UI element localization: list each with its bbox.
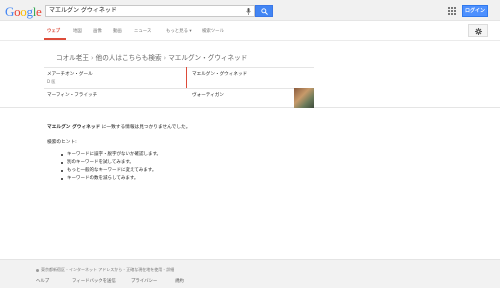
tip-item: もっと一般的なキーワードに変えてみます。	[59, 167, 161, 175]
tab-search-tools[interactable]: 検索ツール	[202, 28, 224, 34]
logo-letter: e	[36, 4, 42, 19]
entity-card-title-selected[interactable]: マエルグン・グウィネッド	[192, 71, 247, 77]
tips-heading: 検索のヒント:	[47, 140, 77, 145]
entity-card-title[interactable]: メアーチオン・グール	[47, 71, 93, 77]
tip-item: キーワードの数を減らしてみます。	[59, 175, 161, 183]
search-button[interactable]	[255, 5, 273, 17]
logo-letter: G	[5, 4, 15, 19]
footer-link-feedback[interactable]: フィードバックを送信	[72, 278, 116, 284]
entity-card-title[interactable]: マーフィン・フライッチ	[47, 92, 97, 98]
breadcrumb-item-related[interactable]: 他の人はこちらも検索	[96, 54, 162, 62]
location-line: 東京都新宿区 - インターネット アドレスから - 正確な現在地を使用 - 詳細	[36, 267, 174, 273]
search-input[interactable]	[49, 6, 239, 16]
breadcrumb: コオル老王 › 他の人はこちらも検索 › マエルグン・グウィネッド	[56, 52, 247, 62]
no-results-text: に一致する情報は見つかりませんでした。	[100, 125, 191, 130]
no-results-query: マエルグン グウィネッド	[47, 125, 101, 130]
tips-list: キーワードに誤字・脱字がないか確認します。 別のキーワードを試してみます。 もっ…	[59, 151, 161, 183]
footer: 東京都新宿区 - インターネット アドレスから - 正確な現在地を使用 - 詳細…	[0, 259, 500, 288]
gear-icon	[475, 27, 482, 35]
breadcrumb-item-root[interactable]: コオル老王	[56, 54, 89, 62]
cards-top-divider	[44, 67, 314, 68]
tab-videos[interactable]: 動画	[113, 28, 122, 34]
microphone-icon[interactable]	[246, 8, 251, 15]
search-nav: ウェブ 地図 画像 動画 ニュース もっと見る ▾ 検索ツール	[0, 21, 500, 41]
search-icon	[261, 8, 268, 15]
location-dot-icon	[36, 268, 39, 272]
entity-card-title[interactable]: ヴォーティガン	[192, 92, 224, 98]
google-logo[interactable]: Google	[5, 4, 42, 20]
top-bar: Google ログイン	[0, 0, 500, 21]
login-button[interactable]: ログイン	[462, 5, 488, 17]
active-tab-indicator	[44, 38, 66, 40]
tab-images[interactable]: 画像	[93, 28, 102, 34]
search-results-page: Google ログイン ウェブ 地図 画像 動画 ニュース	[0, 0, 500, 288]
tip-item: キーワードに誤字・脱字がないか確認します。	[59, 151, 161, 159]
footer-link-privacy[interactable]: プライバシー	[131, 278, 157, 284]
tab-maps[interactable]: 地図	[73, 28, 82, 34]
tab-web[interactable]: ウェブ	[47, 28, 60, 34]
search-box[interactable]	[45, 5, 255, 17]
tab-more[interactable]: もっと見る ▾	[166, 28, 192, 34]
footer-link-help[interactable]: ヘルプ	[36, 278, 49, 284]
tab-news[interactable]: ニュース	[134, 28, 151, 34]
location-text[interactable]: 東京都新宿区 - インターネット アドレスから - 正確な現在地を使用 - 詳細	[41, 267, 174, 272]
breadcrumb-item-current: マエルグン・グウィネッド	[168, 54, 248, 62]
tip-item: 別のキーワードを試してみます。	[59, 159, 161, 167]
settings-button[interactable]	[468, 24, 488, 37]
apps-grid-icon[interactable]	[448, 7, 456, 15]
no-results-message: マエルグン グウィネッド に一致する情報は見つかりませんでした。	[47, 124, 190, 130]
entity-card-subtitle: D 医	[47, 79, 56, 84]
breadcrumb-separator: ›	[90, 54, 94, 62]
entity-thumbnail-image[interactable]	[294, 88, 314, 108]
selected-card-indicator	[186, 67, 187, 88]
cards-row-divider	[44, 88, 294, 89]
footer-link-terms[interactable]: 規約	[175, 278, 184, 284]
